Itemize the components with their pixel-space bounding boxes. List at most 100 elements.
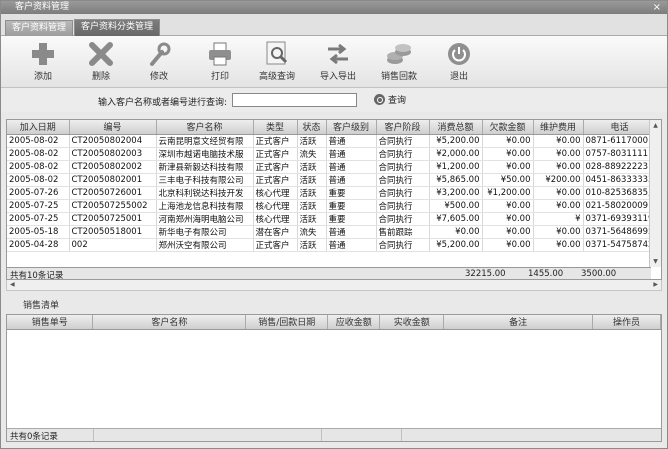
table-cell: ¥5,865.00 (429, 173, 483, 187)
sales-table: 销售单号 客户名称 销售/回款日期 应收金额 实收金额 备注 操作员 (7, 315, 661, 330)
column-header[interactable]: 维护费用 (533, 120, 584, 135)
print-label: 打印 (210, 72, 229, 82)
sales-list-title: 销售清单 (23, 301, 60, 311)
column-header[interactable]: 客户阶段 (376, 120, 430, 135)
table-cell: 郑州沃空有限公司 (156, 238, 254, 252)
table-cell: ¥0.00 (482, 212, 534, 226)
table-cell: ¥0.00 (482, 225, 534, 239)
table-cell: 合同执行 (376, 186, 430, 200)
table-cell: 三丰电子科技有限公司 (156, 173, 254, 187)
customer-table: 加入日期 编号 客户名称 类型 状态 客户级别 客户阶段 消费总额 欠款金额 维… (7, 120, 657, 252)
table-cell: 正式客户 (253, 160, 298, 174)
scroll-left-icon[interactable]: ◀ (10, 280, 15, 290)
table-cell: ¥0.00 (482, 134, 534, 148)
exit-button[interactable]: 退出 (434, 40, 484, 82)
column-header[interactable]: 编号 (69, 120, 157, 135)
table-cell: 潜在客户 (253, 225, 298, 239)
table-cell: 正式客户 (253, 173, 298, 187)
table-cell: 正式客户 (253, 238, 298, 252)
edit-button[interactable]: 修改 (134, 40, 184, 82)
column-header[interactable]: 加入日期 (7, 120, 70, 135)
search-bar: 输入客户名称或者编号进行查询: 查询 (1, 88, 667, 112)
column-header[interactable]: 销售/回款日期 (245, 315, 329, 330)
printer-icon (205, 40, 235, 68)
advanced-search-button[interactable]: 高级查询 (252, 40, 302, 82)
import-export-button[interactable]: 导入导出 (313, 40, 363, 82)
customer-grid: 加入日期 编号 客户名称 类型 状态 客户级别 客户阶段 消费总额 欠款金额 维… (6, 119, 662, 280)
table-cell: 正式客户 (253, 147, 298, 161)
scroll-down-icon[interactable]: ▼ (650, 256, 661, 267)
column-header[interactable]: 类型 (253, 120, 298, 135)
record-count: 共有10条记录 (10, 271, 64, 280)
table-cell: 2005-08-02 (7, 173, 70, 187)
table-cell: 流失 (297, 147, 327, 161)
table-cell: CT20050726001 (69, 186, 157, 200)
table-cell: 2005-05-18 (7, 225, 70, 239)
table-cell: ¥0.00 (482, 199, 534, 213)
column-header[interactable]: 客户级别 (326, 120, 377, 135)
table-cell: 活跃 (297, 173, 327, 187)
column-header[interactable]: 客户名称 (156, 120, 254, 135)
column-header[interactable]: 电话 (583, 120, 657, 135)
table-row[interactable]: 2005-04-28 002 郑州沃空有限公司 正式客户 活跃 普通 合同执行 ¥5,200.… (7, 238, 657, 252)
table-row[interactable]: 2005-07-25 CT20050725001 河南郑州海明电脑公司 核心代理 活跃重… (7, 212, 657, 226)
table-cell: 合同执行 (376, 134, 430, 148)
scroll-right-icon[interactable]: ▶ (653, 280, 658, 290)
power-icon (444, 40, 474, 68)
column-header[interactable]: 客户名称 (92, 315, 247, 330)
table-cell: ¥0.00 (533, 199, 584, 213)
import-export-icon (323, 40, 353, 68)
close-icon[interactable]: × (653, 1, 661, 14)
column-header[interactable]: 状态 (297, 120, 327, 135)
table-cell: 028-88922223 (583, 160, 657, 174)
column-header[interactable]: 欠款金额 (482, 120, 534, 135)
print-button[interactable]: 打印 (195, 40, 245, 82)
table-cell: 合同执行 (376, 212, 430, 226)
search-input[interactable] (232, 93, 357, 107)
vertical-scrollbar[interactable]: ▲ ▼ (649, 120, 661, 267)
main-window: 客户资料管理 × 客户资料管理 客户资料分类管理 添加 删除 修改 打印 高级查… (0, 0, 668, 449)
table-row[interactable]: 2005-08-02 CT20050802004 云南昆明意文经贸有限 正式客户 活跃普… (7, 134, 657, 148)
table-cell: ¥ (533, 212, 584, 226)
table-row[interactable]: 2005-05-18 CT20050518001 新华电子有限公司 潜在客户 流失 普通售… (7, 225, 657, 239)
sales-payment-label: 销售回款 (380, 72, 417, 82)
total-maintain: 3500.00 (581, 269, 617, 279)
table-cell: 重要 (326, 199, 377, 213)
column-header[interactable]: 操作员 (592, 315, 661, 330)
table-row[interactable]: 2005-08-02 CT20050802002 新津县新毅达科技有限 正式客户 活跃普… (7, 160, 657, 174)
table-row[interactable]: 2005-07-26 CT20050726001 北京科利锐达科技开发 核心代理 活跃重… (7, 186, 657, 200)
tab-customer-category-management[interactable]: 客户资料分类管理 (74, 19, 161, 36)
table-body: 2005-08-02 CT20050802004 云南昆明意文经贸有限 正式客户 活跃普… (7, 134, 657, 252)
footer-cell (93, 429, 321, 441)
table-cell: 021-58020009 (583, 199, 657, 213)
table-cell: 正式客户 (253, 134, 298, 148)
column-header[interactable]: 应收金额 (327, 315, 381, 330)
column-header[interactable]: 消费总额 (429, 120, 483, 135)
total-consume: 32215.00 (465, 269, 506, 279)
table-cell: ¥0.00 (429, 225, 483, 239)
sales-payment-button[interactable]: 销售回款 (374, 40, 424, 82)
table-cell: ¥0.00 (482, 147, 534, 161)
table-row[interactable]: 2005-07-25 CT200507255002 上海池龙信息科技有限 核心代理 活跃… (7, 199, 657, 213)
query-button[interactable]: 查询 (374, 93, 406, 106)
delete-button[interactable]: 删除 (76, 40, 126, 82)
table-cell: 2005-07-25 (7, 212, 70, 226)
table-cell: ¥7,605.00 (429, 212, 483, 226)
table-row[interactable]: 2005-08-02 CT20050802001 三丰电子科技有限公司 正式客户 活跃普… (7, 173, 657, 187)
column-header[interactable]: 实收金额 (379, 315, 445, 330)
table-cell: ¥0.00 (533, 160, 584, 174)
table-cell: 北京科利锐达科技开发 (156, 186, 254, 200)
column-header[interactable]: 备注 (443, 315, 593, 330)
column-header[interactable]: 销售单号 (7, 315, 94, 330)
add-button[interactable]: 添加 (18, 40, 68, 82)
table-cell: 活跃 (297, 186, 327, 200)
query-button-label: 查询 (388, 96, 407, 106)
horizontal-scrollbar[interactable]: ◀ ▶ (6, 280, 662, 291)
toolbar: 添加 删除 修改 打印 高级查询 导入导出 销售回款 退出 (1, 36, 667, 88)
table-cell: 010-82536835, (583, 186, 657, 200)
table-cell: 0451-86333333 (583, 173, 657, 187)
table-cell: 2005-08-02 (7, 147, 70, 161)
scroll-up-icon[interactable]: ▲ (650, 120, 661, 131)
tab-customer-management[interactable]: 客户资料管理 (5, 20, 74, 36)
table-row[interactable]: 2005-08-02 CT20050802003 深圳市越诺电脑技术服 正式客户 流失普… (7, 147, 657, 161)
